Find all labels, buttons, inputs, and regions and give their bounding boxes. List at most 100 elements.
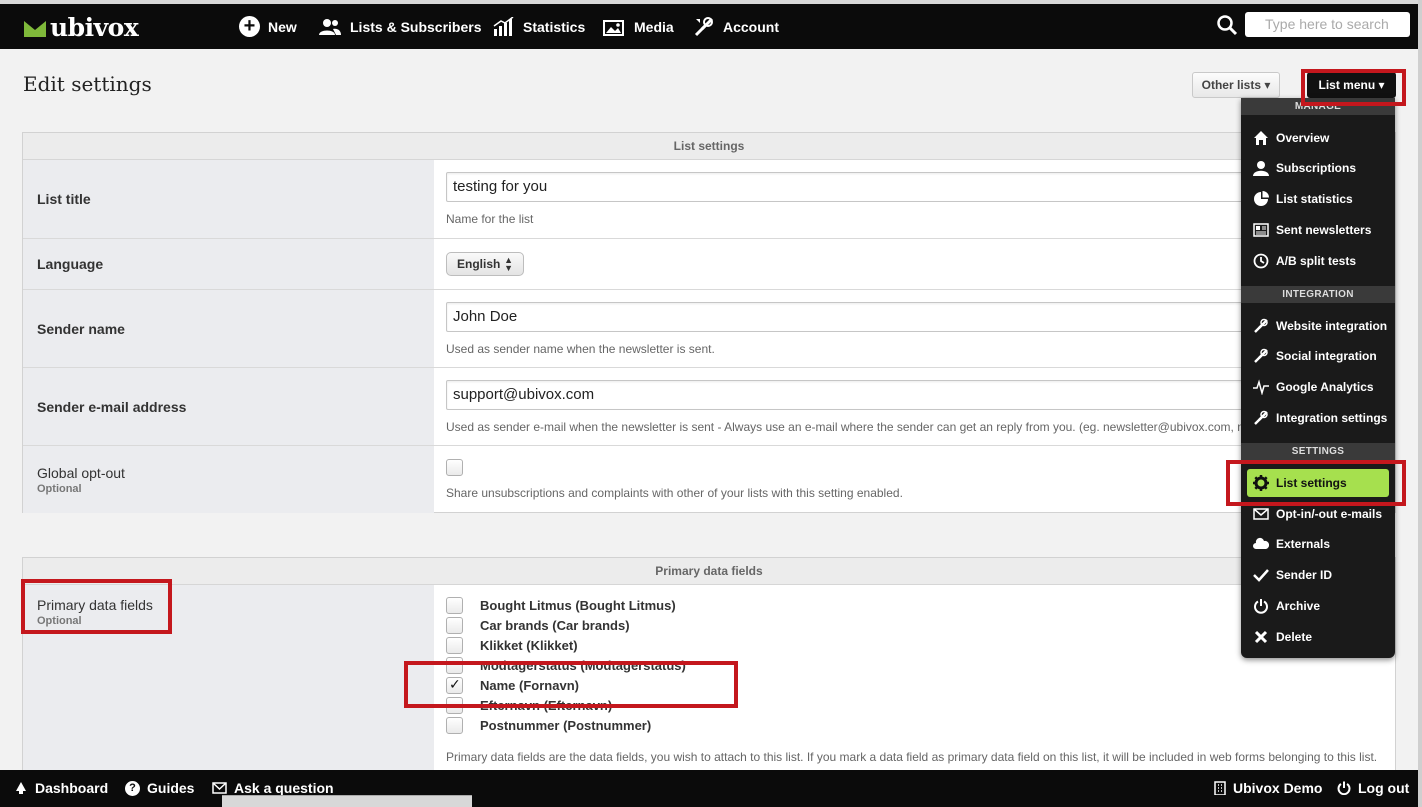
footer-ask-question-label: Ask a question bbox=[234, 780, 334, 796]
menu-item-label: Overview bbox=[1276, 131, 1330, 145]
status-tooltip-fragment bbox=[222, 795, 472, 807]
ubivox-logo[interactable]: ubivox bbox=[24, 12, 139, 42]
primary-data-fields-heading: Primary data fields bbox=[23, 558, 1395, 585]
field-label: Bought Litmus (Bought Litmus) bbox=[480, 597, 676, 613]
nav-lists-label: Lists & Subscribers bbox=[350, 18, 482, 35]
sender-name-row: Sender name John Doe Used as sender name… bbox=[23, 290, 1395, 368]
highlight-list-menu bbox=[1301, 69, 1406, 106]
menu-item-ab-split-tests[interactable]: A/B split tests bbox=[1247, 247, 1389, 275]
footer-logout[interactable]: Log out bbox=[1337, 780, 1409, 796]
footer-guides[interactable]: ? Guides bbox=[125, 780, 194, 796]
user-icon bbox=[1253, 160, 1269, 176]
list-settings-panel: List settings List title testing for you… bbox=[22, 132, 1396, 513]
menu-section-settings: SETTINGS bbox=[1241, 443, 1395, 460]
menu-item-label: Archive bbox=[1276, 599, 1321, 613]
nav-media-label: Media bbox=[634, 18, 674, 35]
list-item[interactable]: Postnummer (Postnummer) bbox=[446, 715, 1383, 735]
global-optout-label-group: Global opt-out Optional bbox=[23, 446, 434, 513]
plus-circle-icon: + bbox=[239, 16, 260, 37]
nav-statistics-label: Statistics bbox=[523, 18, 586, 35]
footer-guides-label: Guides bbox=[147, 780, 195, 796]
menu-item-label: Externals bbox=[1276, 537, 1331, 551]
sender-email-label: Sender e-mail address bbox=[23, 368, 434, 445]
nav-account[interactable]: Account bbox=[693, 4, 779, 49]
bell-icon bbox=[14, 781, 28, 795]
envelope-logo-icon bbox=[24, 21, 46, 37]
menu-item-label: Sender ID bbox=[1276, 568, 1333, 582]
menu-item-list-statistics[interactable]: List statistics bbox=[1247, 185, 1389, 213]
menu-item-label: Integration settings bbox=[1276, 411, 1388, 425]
footer-logout-label: Log out bbox=[1358, 780, 1410, 796]
select-arrows-icon: ▲ ▼ bbox=[504, 255, 513, 273]
menu-item-overview[interactable]: Overview bbox=[1247, 124, 1389, 152]
bottom-bar: Dashboard ? Guides Ask a question Ubivox… bbox=[0, 770, 1418, 807]
menu-item-label: Opt-in/-out e-mails bbox=[1276, 507, 1382, 521]
menu-item-label: List statistics bbox=[1276, 192, 1353, 206]
pulse-icon bbox=[1253, 379, 1269, 395]
nav-statistics[interactable]: Statistics bbox=[493, 4, 585, 49]
envelope-icon bbox=[212, 781, 227, 795]
tools-icon bbox=[1253, 348, 1269, 364]
menu-item-sender-id[interactable]: Sender ID bbox=[1247, 561, 1389, 589]
field-label: Klikket (Klikket) bbox=[480, 637, 578, 653]
language-row: Language English ▲ ▼ bbox=[23, 239, 1395, 290]
search-input[interactable]: Type here to search bbox=[1245, 12, 1410, 37]
language-select[interactable]: English ▲ ▼ bbox=[446, 252, 524, 276]
nav-media[interactable]: Media bbox=[602, 4, 674, 49]
menu-item-archive[interactable]: Archive bbox=[1247, 592, 1389, 620]
menu-item-label: Delete bbox=[1276, 630, 1313, 644]
menu-item-social-integration[interactable]: Social integration bbox=[1247, 342, 1389, 370]
list-title-row: List title testing for you Name for the … bbox=[23, 160, 1395, 239]
envelope-icon bbox=[1253, 506, 1269, 522]
power-icon bbox=[1253, 598, 1269, 614]
nav-lists-subscribers[interactable]: Lists & Subscribers bbox=[318, 4, 482, 49]
question-icon: ? bbox=[125, 780, 140, 796]
nav-new-label: New bbox=[268, 18, 297, 35]
menu-item-subscriptions[interactable]: Subscriptions bbox=[1247, 154, 1389, 182]
footer-account-label: Ubivox Demo bbox=[1233, 780, 1323, 796]
image-icon bbox=[602, 17, 626, 37]
footer-dashboard[interactable]: Dashboard bbox=[14, 780, 108, 796]
tools-icon bbox=[1253, 410, 1269, 426]
bar-chart-icon bbox=[493, 16, 515, 37]
menu-item-label: Social integration bbox=[1276, 349, 1377, 363]
field-checkbox[interactable] bbox=[446, 596, 463, 614]
field-checkbox[interactable] bbox=[446, 636, 463, 654]
window-right-edge bbox=[1418, 0, 1422, 807]
logo-text: ubivox bbox=[50, 12, 139, 42]
global-optout-optional: Optional bbox=[37, 482, 82, 495]
nav-new[interactable]: + New bbox=[239, 4, 297, 49]
x-icon bbox=[1253, 629, 1269, 645]
menu-item-label: Google Analytics bbox=[1276, 380, 1374, 394]
field-checkbox[interactable] bbox=[446, 716, 463, 734]
list-settings-heading: List settings bbox=[23, 133, 1395, 160]
building-icon bbox=[1214, 781, 1226, 795]
menu-item-website-integration[interactable]: Website integration bbox=[1247, 312, 1389, 340]
list-title-label: List title bbox=[23, 160, 434, 238]
users-icon bbox=[318, 18, 342, 36]
menu-item-integration-settings[interactable]: Integration settings bbox=[1247, 404, 1389, 432]
other-lists-button[interactable]: Other lists ▾ bbox=[1192, 72, 1280, 98]
highlight-primary-fields-label bbox=[21, 579, 172, 634]
home-icon bbox=[1253, 130, 1269, 146]
footer-account-name[interactable]: Ubivox Demo bbox=[1214, 780, 1322, 796]
highlight-name-field bbox=[404, 661, 738, 708]
menu-item-google-analytics[interactable]: Google Analytics bbox=[1247, 373, 1389, 401]
search-icon[interactable] bbox=[1216, 14, 1238, 36]
menu-item-label: A/B split tests bbox=[1276, 254, 1357, 268]
tools-icon bbox=[693, 16, 715, 38]
field-checkbox[interactable] bbox=[446, 616, 463, 634]
field-label: Car brands (Car brands) bbox=[480, 617, 630, 633]
menu-item-externals[interactable]: Externals bbox=[1247, 530, 1389, 558]
list-menu-dropdown: MANAGE Overview Subscriptions List stati… bbox=[1241, 98, 1395, 658]
sender-email-row: Sender e-mail address support@ubivox.com… bbox=[23, 368, 1395, 446]
footer-ask-question[interactable]: Ask a question bbox=[212, 780, 334, 796]
pie-chart-icon bbox=[1253, 191, 1269, 207]
primary-fields-help: Primary data fields are the data fields,… bbox=[446, 750, 1378, 764]
global-optout-checkbox[interactable] bbox=[446, 459, 463, 476]
menu-item-delete[interactable]: Delete bbox=[1247, 623, 1389, 651]
clock-icon bbox=[1253, 253, 1269, 269]
menu-item-sent-newsletters[interactable]: Sent newsletters bbox=[1247, 216, 1389, 244]
cloud-icon bbox=[1253, 536, 1269, 552]
menu-item-label: Subscriptions bbox=[1276, 161, 1357, 175]
